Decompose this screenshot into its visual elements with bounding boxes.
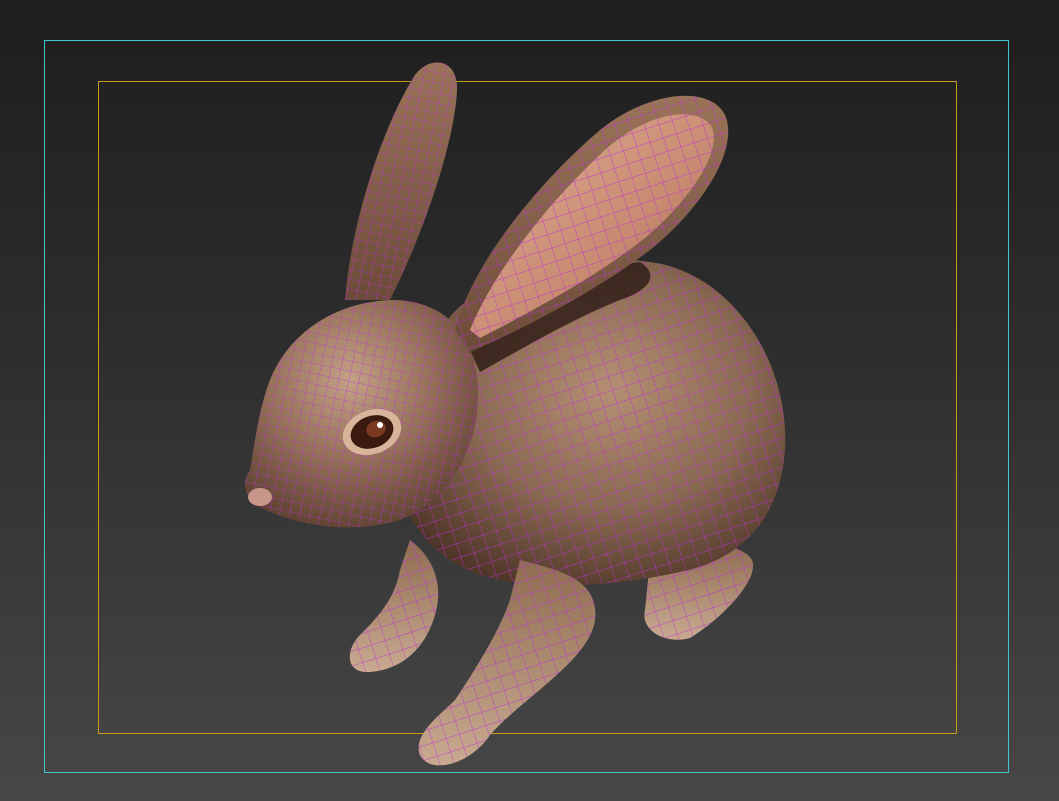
3d-viewport[interactable] xyxy=(0,0,1059,801)
rabbit-model[interactable] xyxy=(0,0,1059,801)
front-leg-near xyxy=(418,560,596,766)
ear-left xyxy=(345,62,458,300)
nose xyxy=(248,488,272,506)
front-leg-far xyxy=(349,540,439,673)
